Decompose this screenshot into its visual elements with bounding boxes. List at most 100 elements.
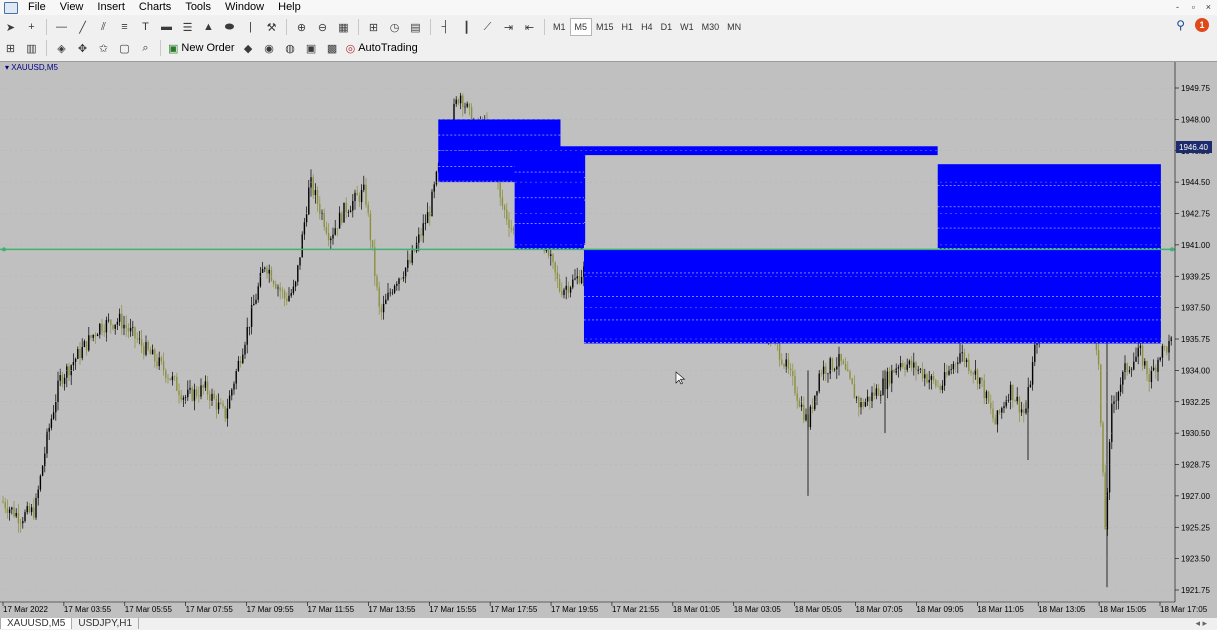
scroll-arrows-icon[interactable]: ◂ ▸ bbox=[1195, 618, 1207, 629]
menu-file[interactable]: File bbox=[21, 0, 53, 15]
period-separator-icon[interactable]: | bbox=[241, 18, 260, 36]
minimize-button[interactable]: - bbox=[1176, 0, 1179, 15]
triangle-icon[interactable]: ▲ bbox=[199, 18, 218, 36]
time-tick-label: 17 Mar 13:55 bbox=[368, 605, 416, 614]
menu-window[interactable]: Window bbox=[218, 0, 271, 15]
candle-body bbox=[972, 372, 974, 375]
candle-body bbox=[50, 418, 53, 428]
candle-body bbox=[253, 303, 255, 306]
zoom-out-icon[interactable]: ⊖ bbox=[313, 18, 332, 36]
fibonacci-icon[interactable]: ≡ bbox=[115, 18, 134, 36]
metaeditor-icon[interactable]: ▣ bbox=[302, 39, 321, 57]
line-chart-icon[interactable]: ⟋ bbox=[478, 18, 497, 36]
menu-view[interactable]: View bbox=[53, 0, 91, 15]
timeframe-m15[interactable]: M15 bbox=[592, 19, 618, 35]
candle-body bbox=[74, 358, 77, 363]
chart-shift-icon[interactable]: ⇤ bbox=[520, 18, 539, 36]
options-icon[interactable]: ▩ bbox=[323, 39, 342, 57]
new-chart-icon[interactable]: ⊞ bbox=[1, 39, 20, 57]
restore-button[interactable]: ▫ bbox=[1192, 0, 1195, 15]
menu-charts[interactable]: Charts bbox=[132, 0, 178, 15]
candle-body bbox=[899, 363, 902, 368]
new-order-button[interactable]: ▣ New Order bbox=[165, 42, 238, 55]
price-chart[interactable]: 1949.751948.001946.251944.501942.751941.… bbox=[0, 62, 1217, 619]
candle-body bbox=[314, 190, 317, 196]
cursor-icon[interactable]: ➤ bbox=[1, 18, 20, 36]
tab-usdjpy-h1[interactable]: USDJPY,H1 bbox=[72, 618, 140, 629]
tile-windows-icon[interactable]: ▦ bbox=[334, 18, 353, 36]
timeframe-mn[interactable]: MN bbox=[723, 19, 745, 35]
timeframe-d1[interactable]: D1 bbox=[657, 19, 677, 35]
autotrading-button[interactable]: ◎ AutoTrading bbox=[343, 42, 421, 55]
menu-insert[interactable]: Insert bbox=[90, 0, 132, 15]
notification-badge[interactable]: 1 bbox=[1195, 18, 1209, 32]
candle-body bbox=[33, 507, 35, 518]
candle-body bbox=[1148, 374, 1150, 383]
candle-body bbox=[211, 393, 213, 401]
timeframe-h4[interactable]: H4 bbox=[637, 19, 657, 35]
candle-body bbox=[88, 335, 90, 351]
crosshair-icon[interactable]: + bbox=[22, 18, 41, 36]
candle-body bbox=[987, 391, 990, 403]
timeframe-h1[interactable]: H1 bbox=[618, 19, 638, 35]
timeframe-m5[interactable]: M5 bbox=[569, 18, 593, 36]
candle-body bbox=[952, 363, 955, 370]
candle-body bbox=[809, 406, 812, 428]
menu-help[interactable]: Help bbox=[271, 0, 308, 15]
add-indicator-icon[interactable]: ⊞ bbox=[364, 18, 383, 36]
current-price-label: 1946.40 bbox=[1179, 143, 1208, 152]
candle-body bbox=[1007, 400, 1010, 401]
toolbar-main: ➤ + — ╱ ⫽ ≡ T ▬ ☰ ▲ ⬬ | ⚒ ⊕ ⊖ ▦ ⊞ ◷ ▤ ┤ … bbox=[0, 17, 1217, 37]
candle-body bbox=[457, 99, 460, 104]
timeframe-m1[interactable]: M1 bbox=[549, 19, 570, 35]
candle-body bbox=[4, 502, 6, 509]
candle-body bbox=[965, 359, 968, 363]
candle-body bbox=[1029, 384, 1032, 388]
gann-icon[interactable]: ☰ bbox=[178, 18, 197, 36]
channel-icon[interactable]: ⫽ bbox=[94, 18, 113, 36]
bar-chart-icon[interactable]: ┤ bbox=[436, 18, 455, 36]
candle-body bbox=[1163, 346, 1166, 347]
candle-body bbox=[11, 507, 13, 510]
chart-area[interactable]: 1949.751948.001946.251944.501942.751941.… bbox=[0, 61, 1217, 619]
candle-body bbox=[908, 360, 911, 365]
close-button[interactable]: × bbox=[1206, 0, 1211, 15]
candle-body bbox=[244, 344, 246, 355]
candle-body bbox=[1025, 408, 1027, 414]
candle-body bbox=[897, 367, 900, 369]
market-icon[interactable]: ◉ bbox=[260, 39, 279, 57]
signals-icon[interactable]: ◆ bbox=[239, 39, 258, 57]
candle-body bbox=[574, 278, 576, 280]
timeframe-m30[interactable]: M30 bbox=[698, 19, 724, 35]
rectangle-icon[interactable]: ▬ bbox=[157, 18, 176, 36]
templates-icon[interactable]: ▤ bbox=[406, 18, 425, 36]
candle-body bbox=[833, 369, 836, 371]
candlestick-icon[interactable]: ┃ bbox=[457, 18, 476, 36]
data-window-icon[interactable]: ✥ bbox=[73, 39, 92, 57]
navigator-icon[interactable]: ✩ bbox=[94, 39, 113, 57]
candle-body bbox=[367, 204, 369, 214]
menu-tools[interactable]: Tools bbox=[178, 0, 218, 15]
zoom-in-icon[interactable]: ⊕ bbox=[292, 18, 311, 36]
strategy-tester-icon[interactable]: ⌕ bbox=[136, 39, 155, 57]
terminal-icon[interactable]: ▢ bbox=[115, 39, 134, 57]
tab-xauusd-m5[interactable]: XAUUSD,M5 bbox=[0, 618, 73, 629]
tools-icon[interactable]: ⚒ bbox=[262, 18, 281, 36]
autoscroll-icon[interactable]: ⇥ bbox=[499, 18, 518, 36]
trendline-icon[interactable]: ╱ bbox=[73, 18, 92, 36]
search-icon[interactable]: ⚲ bbox=[1176, 18, 1185, 32]
candle-body bbox=[992, 408, 994, 419]
timeframe-w1[interactable]: W1 bbox=[676, 19, 698, 35]
text-icon[interactable]: T bbox=[136, 18, 155, 36]
candle-body bbox=[374, 247, 376, 277]
candle-body bbox=[1020, 409, 1023, 413]
vps-icon[interactable]: ◍ bbox=[281, 39, 300, 57]
market-watch-icon[interactable]: ◈ bbox=[52, 39, 71, 57]
ellipse-icon[interactable]: ⬬ bbox=[220, 18, 239, 36]
candle-body bbox=[184, 397, 187, 398]
candle-body bbox=[94, 334, 97, 337]
horizontal-line-icon[interactable]: — bbox=[52, 18, 71, 36]
candle-body bbox=[556, 272, 559, 280]
profiles-icon[interactable]: ▥ bbox=[22, 39, 41, 57]
periods-icon[interactable]: ◷ bbox=[385, 18, 404, 36]
